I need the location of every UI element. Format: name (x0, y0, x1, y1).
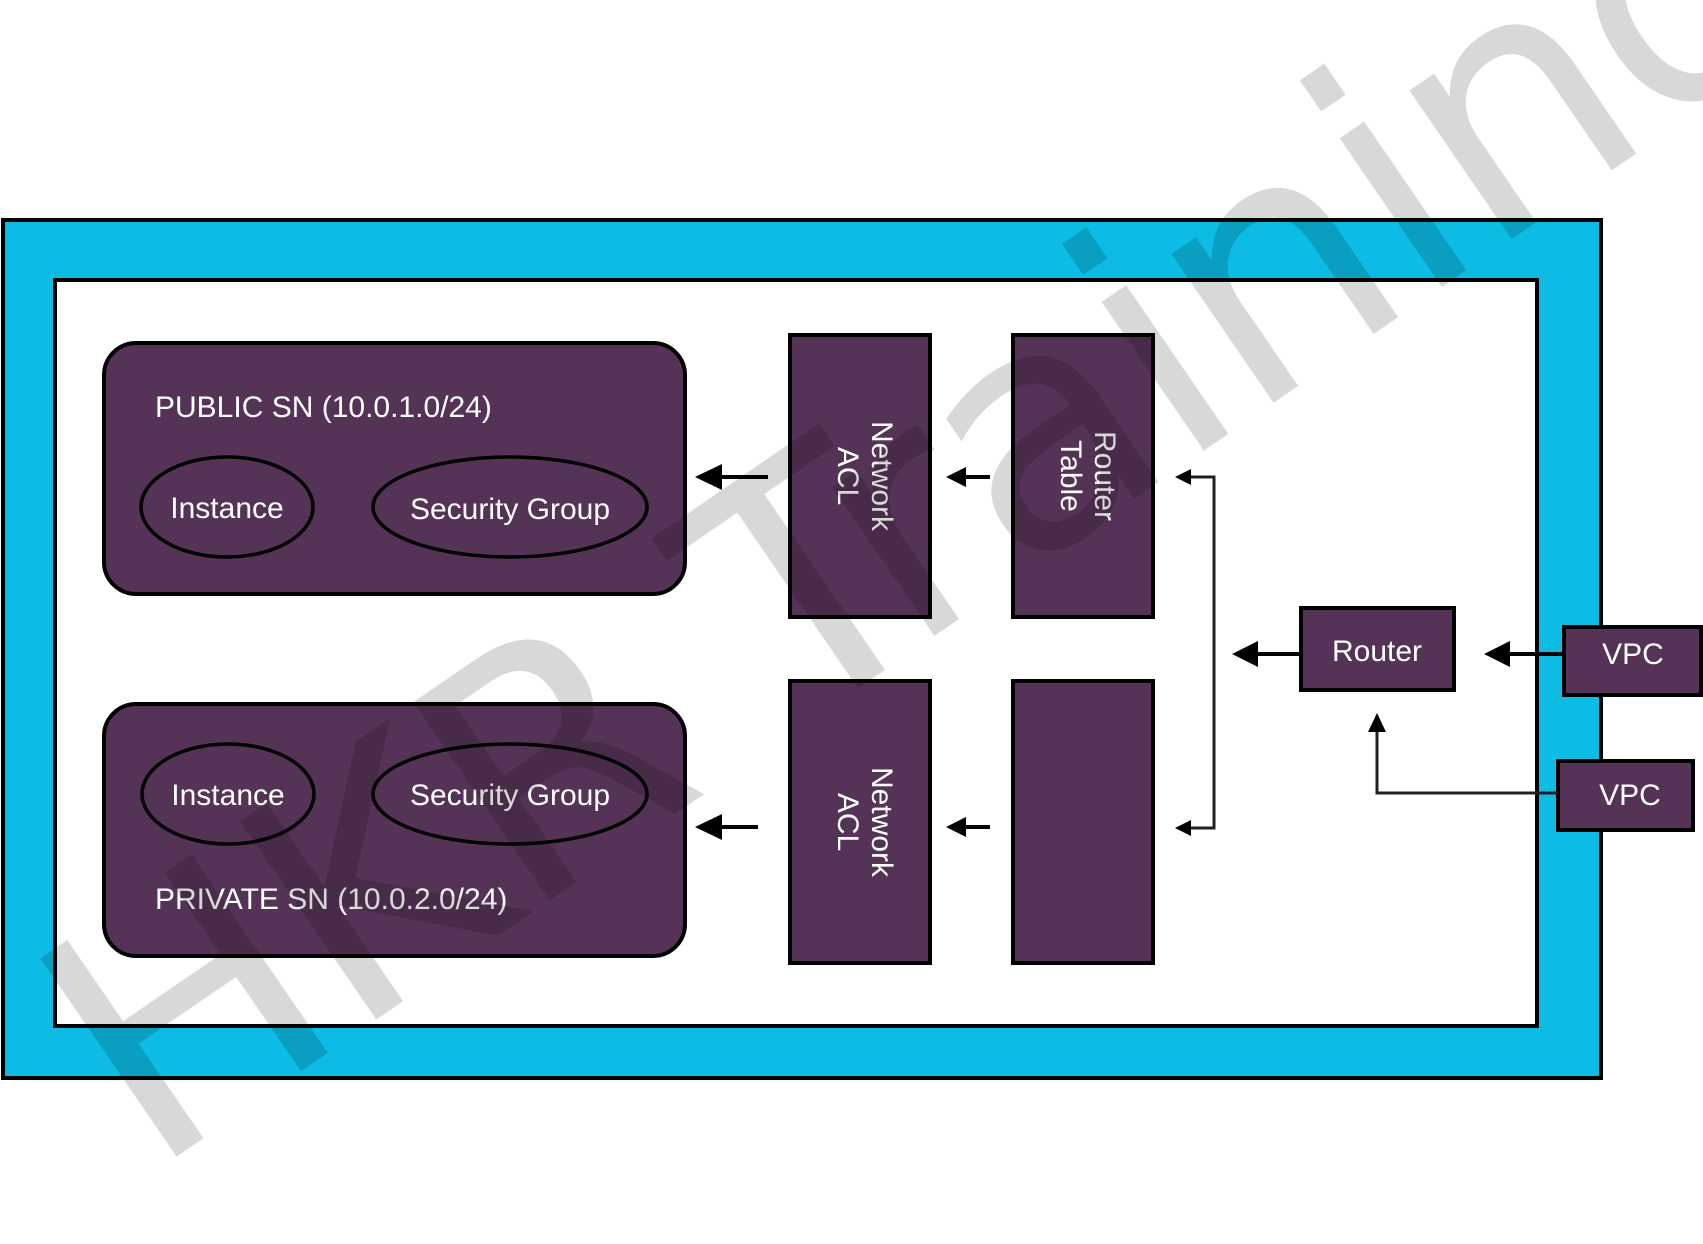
network-acl-private-line1: Network (865, 767, 898, 878)
vpc-endpoint-1[interactable]: VPC (1562, 625, 1703, 697)
vpc-endpoint-1-label: VPC (1602, 638, 1664, 671)
router[interactable]: Router (1299, 606, 1456, 692)
vpc-endpoint-2[interactable]: VPC (1556, 759, 1695, 832)
network-acl-private-line2: ACL (831, 793, 864, 851)
vpc-architecture-diagram: PUBLIC SN (10.0.1.0/24) Instance Securit… (0, 0, 1703, 1239)
public-subnet-label: PUBLIC SN (10.0.1.0/24) (155, 391, 492, 424)
router-label: Router (1332, 635, 1422, 668)
route-table-private[interactable] (1011, 679, 1155, 965)
public-instance-label: Instance (170, 492, 283, 525)
vpc-endpoint-2-label: VPC (1599, 779, 1661, 812)
